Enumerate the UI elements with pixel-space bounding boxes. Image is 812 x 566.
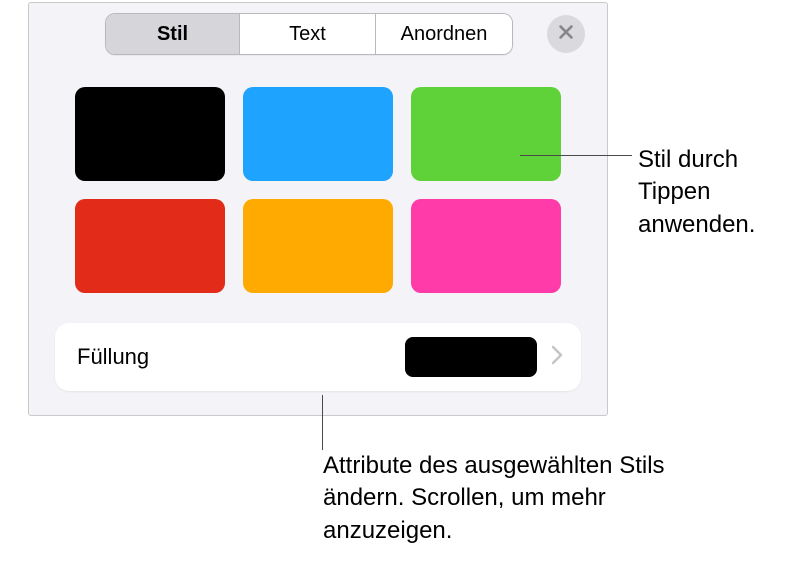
callout-right: Stil durch Tippen anwenden. <box>638 144 808 241</box>
close-button[interactable] <box>547 15 585 53</box>
callout-line-right <box>520 155 632 156</box>
swatch-red[interactable] <box>75 199 225 293</box>
tab-text[interactable]: Text <box>240 14 376 54</box>
fill-row[interactable]: Füllung <box>55 323 581 391</box>
swatch-pink[interactable] <box>411 199 561 293</box>
close-icon <box>557 23 575 46</box>
style-swatches <box>29 67 607 293</box>
fill-current-color[interactable] <box>405 337 537 377</box>
segmented-control: Stil Text Anordnen <box>105 13 513 55</box>
format-panel: Stil Text Anordnen Füllung <box>28 2 608 416</box>
swatch-green[interactable] <box>411 87 561 181</box>
tab-row: Stil Text Anordnen <box>29 3 607 67</box>
swatch-orange[interactable] <box>243 199 393 293</box>
chevron-right-icon <box>551 345 563 370</box>
swatch-black[interactable] <box>75 87 225 181</box>
tab-stil[interactable]: Stil <box>106 14 240 54</box>
swatch-blue[interactable] <box>243 87 393 181</box>
callout-bottom: Attribute des ausgewählten Stils ändern.… <box>323 450 683 547</box>
fill-label: Füllung <box>77 344 405 370</box>
tab-anordnen[interactable]: Anordnen <box>376 14 512 54</box>
callout-line-bottom <box>322 395 323 450</box>
